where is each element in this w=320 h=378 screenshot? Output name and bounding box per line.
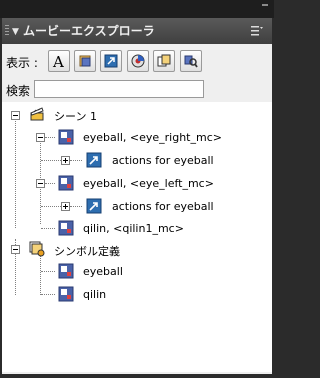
tree-row-symbol-eyeball[interactable]: eyeball xyxy=(2,262,272,280)
tree-guide-line xyxy=(41,271,55,273)
tree-label: eyeball, <eye_right_mc> xyxy=(83,131,222,144)
actionscript-icon xyxy=(86,152,102,168)
customize-filter-button[interactable] xyxy=(180,50,202,72)
tree-label: actions for eyeball xyxy=(112,154,214,167)
tree-label: シンボル定義 xyxy=(54,245,120,258)
tree-label: actions for eyeball xyxy=(112,200,214,213)
collapse-toggle-icon[interactable] xyxy=(11,245,20,254)
text-a-icon: A xyxy=(52,54,64,68)
tree-label: eyeball xyxy=(83,265,123,278)
collapse-arrow-icon[interactable]: ▼ xyxy=(12,27,19,37)
tree-guide-line xyxy=(70,160,82,162)
show-buttons-movieclips-button[interactable] xyxy=(74,50,96,72)
collapse-toggle-icon[interactable] xyxy=(11,111,20,120)
tree-row-scene[interactable]: シーン 1 xyxy=(2,106,272,124)
tree-guide-line xyxy=(41,228,55,230)
panel-title: ムービーエクスプローラ xyxy=(23,24,155,38)
tree-guide-line xyxy=(45,137,55,139)
panel-menu-icon[interactable] xyxy=(251,26,263,36)
movieclip-symbol-icon xyxy=(58,129,74,145)
tree-guide-line xyxy=(45,183,55,185)
symbol-icon xyxy=(79,55,91,67)
movieclip-symbol-icon xyxy=(58,220,74,236)
tree-guide-line xyxy=(70,206,82,208)
collapse-toggle-icon[interactable] xyxy=(36,179,45,188)
show-actionscript-button[interactable] xyxy=(100,50,122,72)
expand-toggle-icon[interactable] xyxy=(61,202,70,211)
drag-handle-icon[interactable] xyxy=(5,25,9,37)
movieclip-symbol-icon xyxy=(58,286,74,302)
show-frames-layers-button[interactable] xyxy=(153,50,175,72)
tree-guide-line xyxy=(41,294,55,296)
movieclip-symbol-icon xyxy=(58,263,74,279)
media-icon xyxy=(131,54,145,68)
panel-header[interactable]: ▼ ムービーエクスプローラ xyxy=(2,18,272,45)
window-titlebar[interactable] xyxy=(0,0,274,18)
panel-content: 表示 : A 検索 : シーン 1 eyeball, <eye_right_mc… xyxy=(2,44,272,374)
tree-row-actions-2[interactable]: actions for eyeball xyxy=(2,197,272,215)
movie-tree: シーン 1 eyeball, <eye_right_mc> actions fo… xyxy=(2,102,272,372)
show-video-sound-bitmap-button[interactable] xyxy=(127,50,149,72)
scene-clapper-icon xyxy=(30,107,44,121)
tree-row-actions-1[interactable]: actions for eyeball xyxy=(2,151,272,169)
tree-label: qilin xyxy=(83,288,107,301)
action-script-icon xyxy=(104,54,118,68)
show-text-button[interactable]: A xyxy=(48,50,70,72)
actionscript-icon xyxy=(86,198,102,214)
tree-label: シーン 1 xyxy=(54,110,97,123)
tree-guide-line xyxy=(41,206,61,208)
tree-label: qilin, <qilin1_mc> xyxy=(83,222,184,235)
tree-row-symbol-definitions[interactable]: シンボル定義 xyxy=(2,240,272,258)
movie-explorer-panel: ▼ ムービーエクスプローラ 表示 : A 検索: シーン 1 eyeball,… xyxy=(0,0,274,378)
movieclip-symbol-icon xyxy=(58,175,74,191)
tree-row-eyeball-right[interactable]: eyeball, <eye_right_mc> xyxy=(2,128,272,146)
svg-text:A: A xyxy=(52,54,64,68)
search-input[interactable] xyxy=(34,80,204,98)
tree-row-qilin-instance[interactable]: qilin, <qilin1_mc> xyxy=(2,219,272,237)
collapse-grip-icon[interactable] xyxy=(262,4,268,6)
tree-guide-line xyxy=(41,160,61,162)
filter-toolbar: 表示 : A xyxy=(2,44,272,78)
tree-row-eyeball-left[interactable]: eyeball, <eye_left_mc> xyxy=(2,174,272,192)
customize-search-icon xyxy=(184,55,198,68)
expand-toggle-icon[interactable] xyxy=(61,156,70,165)
show-label: 表示 : xyxy=(6,56,38,70)
tree-label: eyeball, <eye_left_mc> xyxy=(83,177,214,190)
collapse-toggle-icon[interactable] xyxy=(36,133,45,142)
tree-row-symbol-qilin[interactable]: qilin xyxy=(2,285,272,303)
frames-layers-icon xyxy=(157,54,171,67)
symbol-definitions-icon xyxy=(29,241,45,257)
